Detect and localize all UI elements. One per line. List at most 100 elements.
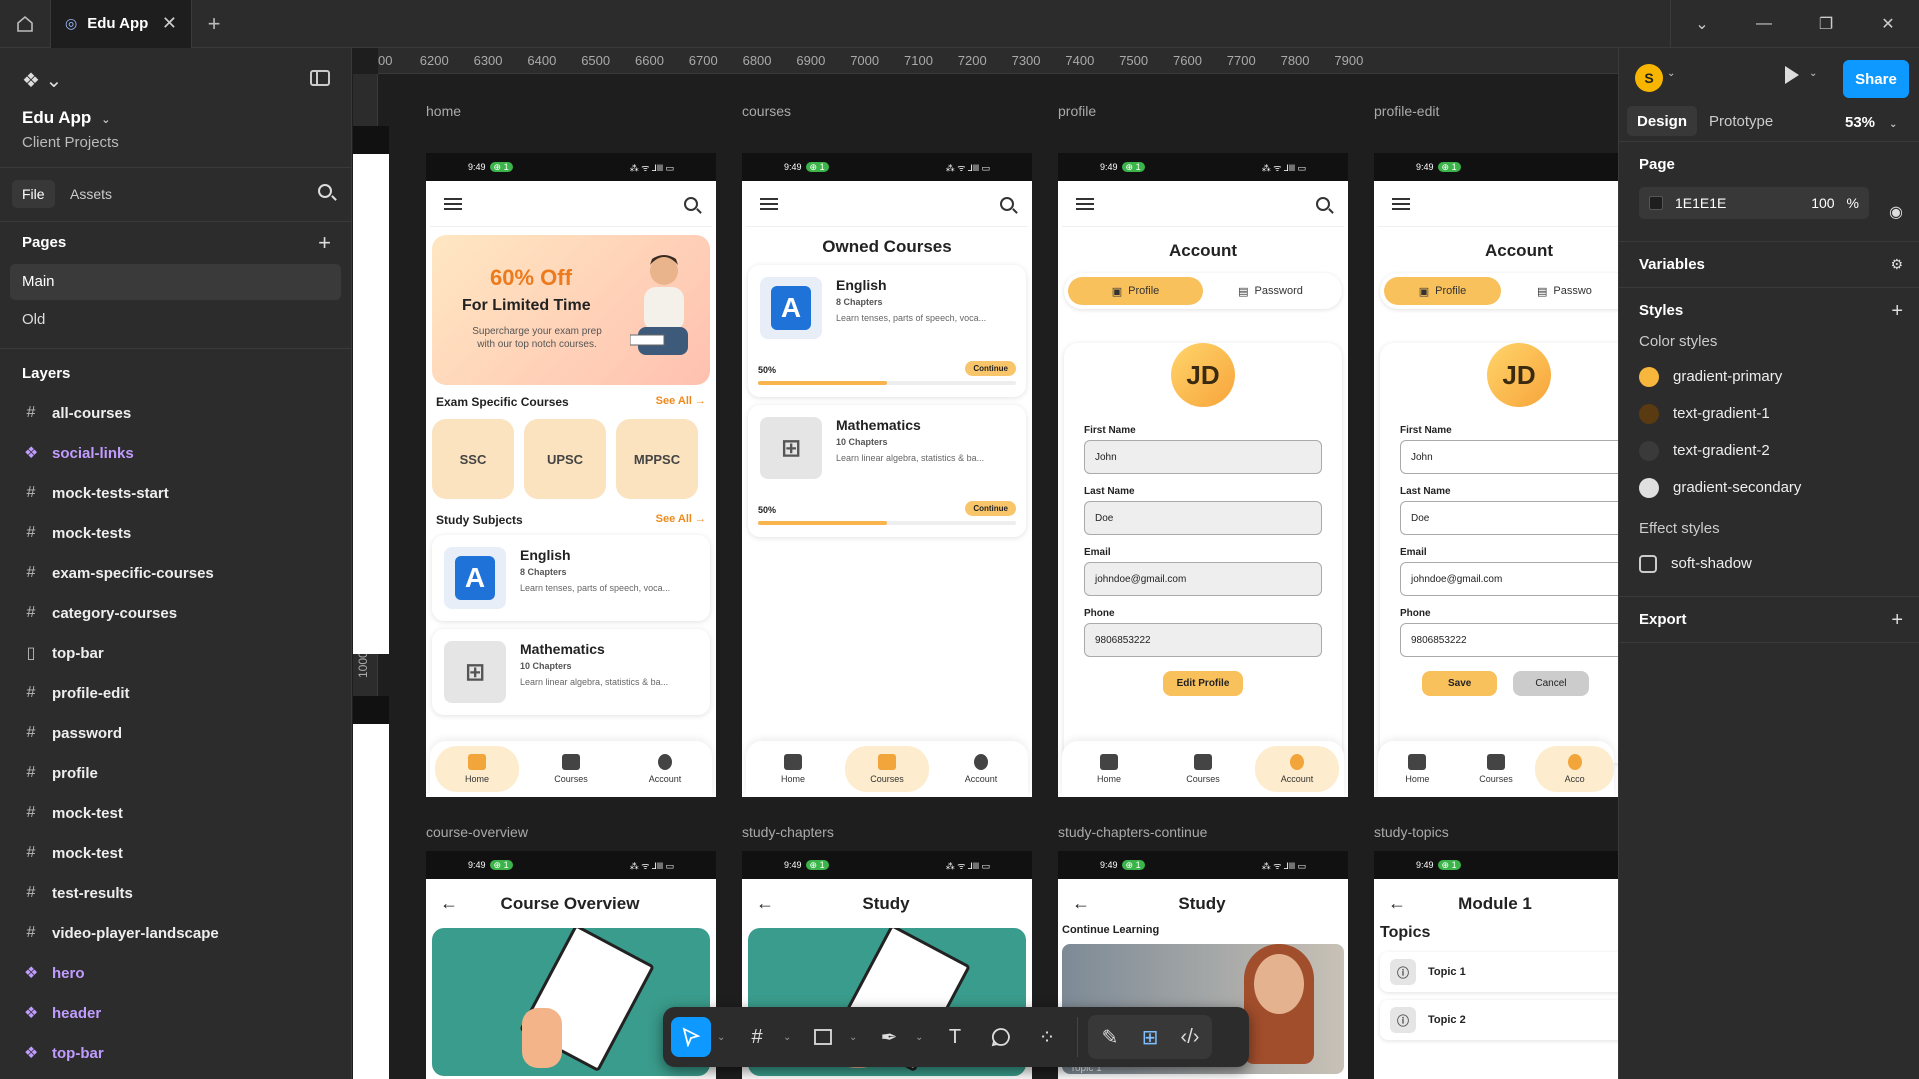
nav-courses[interactable]: Courses (1161, 746, 1245, 792)
topic-item[interactable]: ⓘ Topic 2 (1380, 1000, 1618, 1040)
tab-assets[interactable]: Assets (60, 180, 122, 208)
save-button[interactable]: Save (1422, 671, 1498, 696)
frame-home[interactable]: 9:49 ⊕ 1 ⁂ ᯤ ⅃lll ▭ 60% Off For Limited Ti… (426, 153, 716, 797)
eye-icon[interactable]: ◉ (1889, 202, 1903, 222)
course-card-english[interactable]: A English 8 Chapters Learn tenses, parts o… (748, 265, 1026, 397)
page-color-field[interactable]: 1E1E1E 100% (1639, 187, 1869, 219)
new-tab-button[interactable]: + (192, 11, 236, 37)
frame-label-study-chapters[interactable]: study-chapters (742, 824, 834, 840)
frame-partial-left[interactable] (353, 126, 389, 654)
chip-upsc[interactable]: UPSC (524, 419, 606, 499)
continue-button[interactable]: Continue (965, 361, 1016, 376)
restore-icon[interactable]: ❐ (1795, 14, 1857, 34)
color-style-item[interactable]: gradient-primary (1639, 358, 1899, 395)
chip-mppsc[interactable]: MPPSC (616, 419, 698, 499)
continue-button[interactable]: Continue (965, 501, 1016, 516)
menu-icon[interactable] (444, 197, 462, 210)
layer-item[interactable]: ▯ top-bar (0, 633, 351, 673)
chevron-down-icon[interactable]: ⌄ (1667, 68, 1675, 79)
tab-edu-app[interactable]: ◎ Edu App ✕ (50, 0, 192, 48)
layer-item[interactable]: # all-courses (0, 393, 351, 433)
nav-courses[interactable]: Courses (1457, 746, 1536, 792)
draw-mode-icon[interactable]: ✎ (1090, 1017, 1130, 1057)
phone-field[interactable]: 9806853222 (1400, 623, 1618, 657)
chevron-down-icon[interactable]: ⌄ (783, 1032, 797, 1043)
topic-item[interactable]: ⓘ Topic 1 (1380, 952, 1618, 992)
layer-item[interactable]: # profile (0, 753, 351, 793)
frame-label-profile-edit[interactable]: profile-edit (1374, 103, 1439, 119)
minimize-icon[interactable]: — (1733, 15, 1795, 33)
see-all-link[interactable]: See All → (656, 513, 706, 527)
frame-partial-left-2[interactable] (353, 696, 389, 1079)
page-item-main[interactable]: Main (10, 264, 341, 300)
subject-card-english[interactable]: A English 8 Chapters Learn tenses, parts o… (432, 535, 710, 621)
frame-profile[interactable]: 9:49 ⊕ 1 ⁂ ᯤ ⅃lll ▭ Account ▣ Profile ▤ Pass… (1058, 153, 1348, 797)
back-arrow-icon[interactable]: ← (756, 893, 774, 914)
variables-settings-icon[interactable]: ⚙ (1890, 256, 1903, 273)
page-item-old[interactable]: Old (10, 302, 341, 338)
layer-item[interactable]: # category-courses (0, 593, 351, 633)
search-icon[interactable] (1000, 196, 1014, 211)
email-field[interactable]: johndoe@gmail.com (1084, 562, 1322, 596)
phone-field[interactable]: 9806853222 (1084, 623, 1322, 657)
chevron-down-icon[interactable]: ⌄ (717, 1032, 731, 1043)
frame-study-topics[interactable]: 9:49 ⊕ 1 ← Module 1 Topics ⓘ Topic 1 ⓘ Topic… (1374, 851, 1618, 1079)
pen-tool-icon[interactable]: ✒ (869, 1017, 909, 1057)
layer-item[interactable]: # video-player-landscape (0, 913, 351, 953)
nav-home[interactable]: Home (435, 746, 519, 792)
subject-card-math[interactable]: ⊞ Mathematics 10 Chapters Learn linear alg… (432, 629, 710, 715)
close-tab-icon[interactable]: ✕ (162, 13, 177, 34)
present-icon[interactable] (1785, 66, 1799, 84)
file-name[interactable]: Edu App ⌄ (22, 108, 110, 128)
back-arrow-icon[interactable]: ← (1072, 893, 1090, 914)
layer-item[interactable]: # mock-tests-start (0, 473, 351, 513)
tab-design[interactable]: Design (1627, 106, 1698, 136)
frame-profile-edit[interactable]: 9:49 ⊕ 1 Account ▣ Profile ▤ Passwo JD Firs… (1374, 153, 1618, 797)
chip-ssc[interactable]: SSC (432, 419, 514, 499)
frame-label-courses[interactable]: courses (742, 103, 791, 119)
frame-label-course-overview[interactable]: course-overview (426, 824, 528, 840)
search-icon[interactable] (318, 184, 332, 198)
move-tool-icon[interactable] (671, 1017, 711, 1057)
chevron-down-icon[interactable]: ⌄ (915, 1032, 929, 1043)
frame-label-study-chapters-continue[interactable]: study-chapters-continue (1058, 824, 1207, 840)
course-card-math[interactable]: ⊞ Mathematics 10 Chapters Learn linear alg… (748, 405, 1026, 537)
add-export-icon[interactable]: + (1891, 609, 1903, 632)
cancel-button[interactable]: Cancel (1513, 671, 1589, 696)
menu-icon[interactable] (760, 197, 778, 210)
rectangle-tool-icon[interactable] (803, 1017, 843, 1057)
see-all-link[interactable]: See All → (656, 395, 706, 409)
nav-home[interactable]: Home (1378, 746, 1457, 792)
layer-item[interactable]: ❖ header (0, 993, 351, 1033)
search-icon[interactable] (684, 196, 698, 211)
color-style-item[interactable]: text-gradient-1 (1639, 395, 1899, 432)
zoom-level[interactable]: 53% ⌄ (1845, 114, 1897, 131)
project-name[interactable]: Client Projects (22, 134, 119, 151)
seg-password[interactable]: ▤ Password (1203, 277, 1338, 305)
seg-profile[interactable]: ▣ Profile (1068, 277, 1203, 305)
layer-item[interactable]: # mock-test (0, 793, 351, 833)
export-section[interactable]: Export + (1619, 597, 1919, 643)
variables-section[interactable]: Variables ⚙ (1619, 242, 1919, 288)
frame-label-study-topics[interactable]: study-topics (1374, 824, 1449, 840)
design-mode-icon[interactable]: ⊞ (1130, 1017, 1170, 1057)
email-field[interactable]: johndoe@gmail.com (1400, 562, 1618, 596)
edit-profile-button[interactable]: Edit Profile (1162, 671, 1244, 696)
layer-item[interactable]: # test-results (0, 873, 351, 913)
seg-profile[interactable]: ▣ Profile (1384, 277, 1501, 305)
hero-banner[interactable]: 60% Off For Limited Time Supercharge you… (432, 235, 710, 385)
nav-courses[interactable]: Courses (529, 746, 613, 792)
first-name-field[interactable]: John (1084, 440, 1322, 474)
close-window-icon[interactable]: ✕ (1857, 14, 1919, 34)
nav-home[interactable]: Home (751, 746, 835, 792)
toggle-sidebar-icon[interactable] (310, 70, 330, 86)
back-arrow-icon[interactable]: ← (1388, 893, 1406, 914)
resources-tool-icon[interactable]: ⁘ (1027, 1017, 1067, 1057)
search-icon[interactable] (1316, 196, 1330, 211)
layer-item[interactable]: ❖ hero (0, 953, 351, 993)
chevron-down-icon[interactable]: ⌄ (849, 1032, 863, 1043)
nav-account[interactable]: Account (939, 746, 1023, 792)
share-button[interactable]: Share (1843, 60, 1909, 98)
nav-home[interactable]: Home (1067, 746, 1151, 792)
color-style-item[interactable]: text-gradient-2 (1639, 432, 1899, 469)
